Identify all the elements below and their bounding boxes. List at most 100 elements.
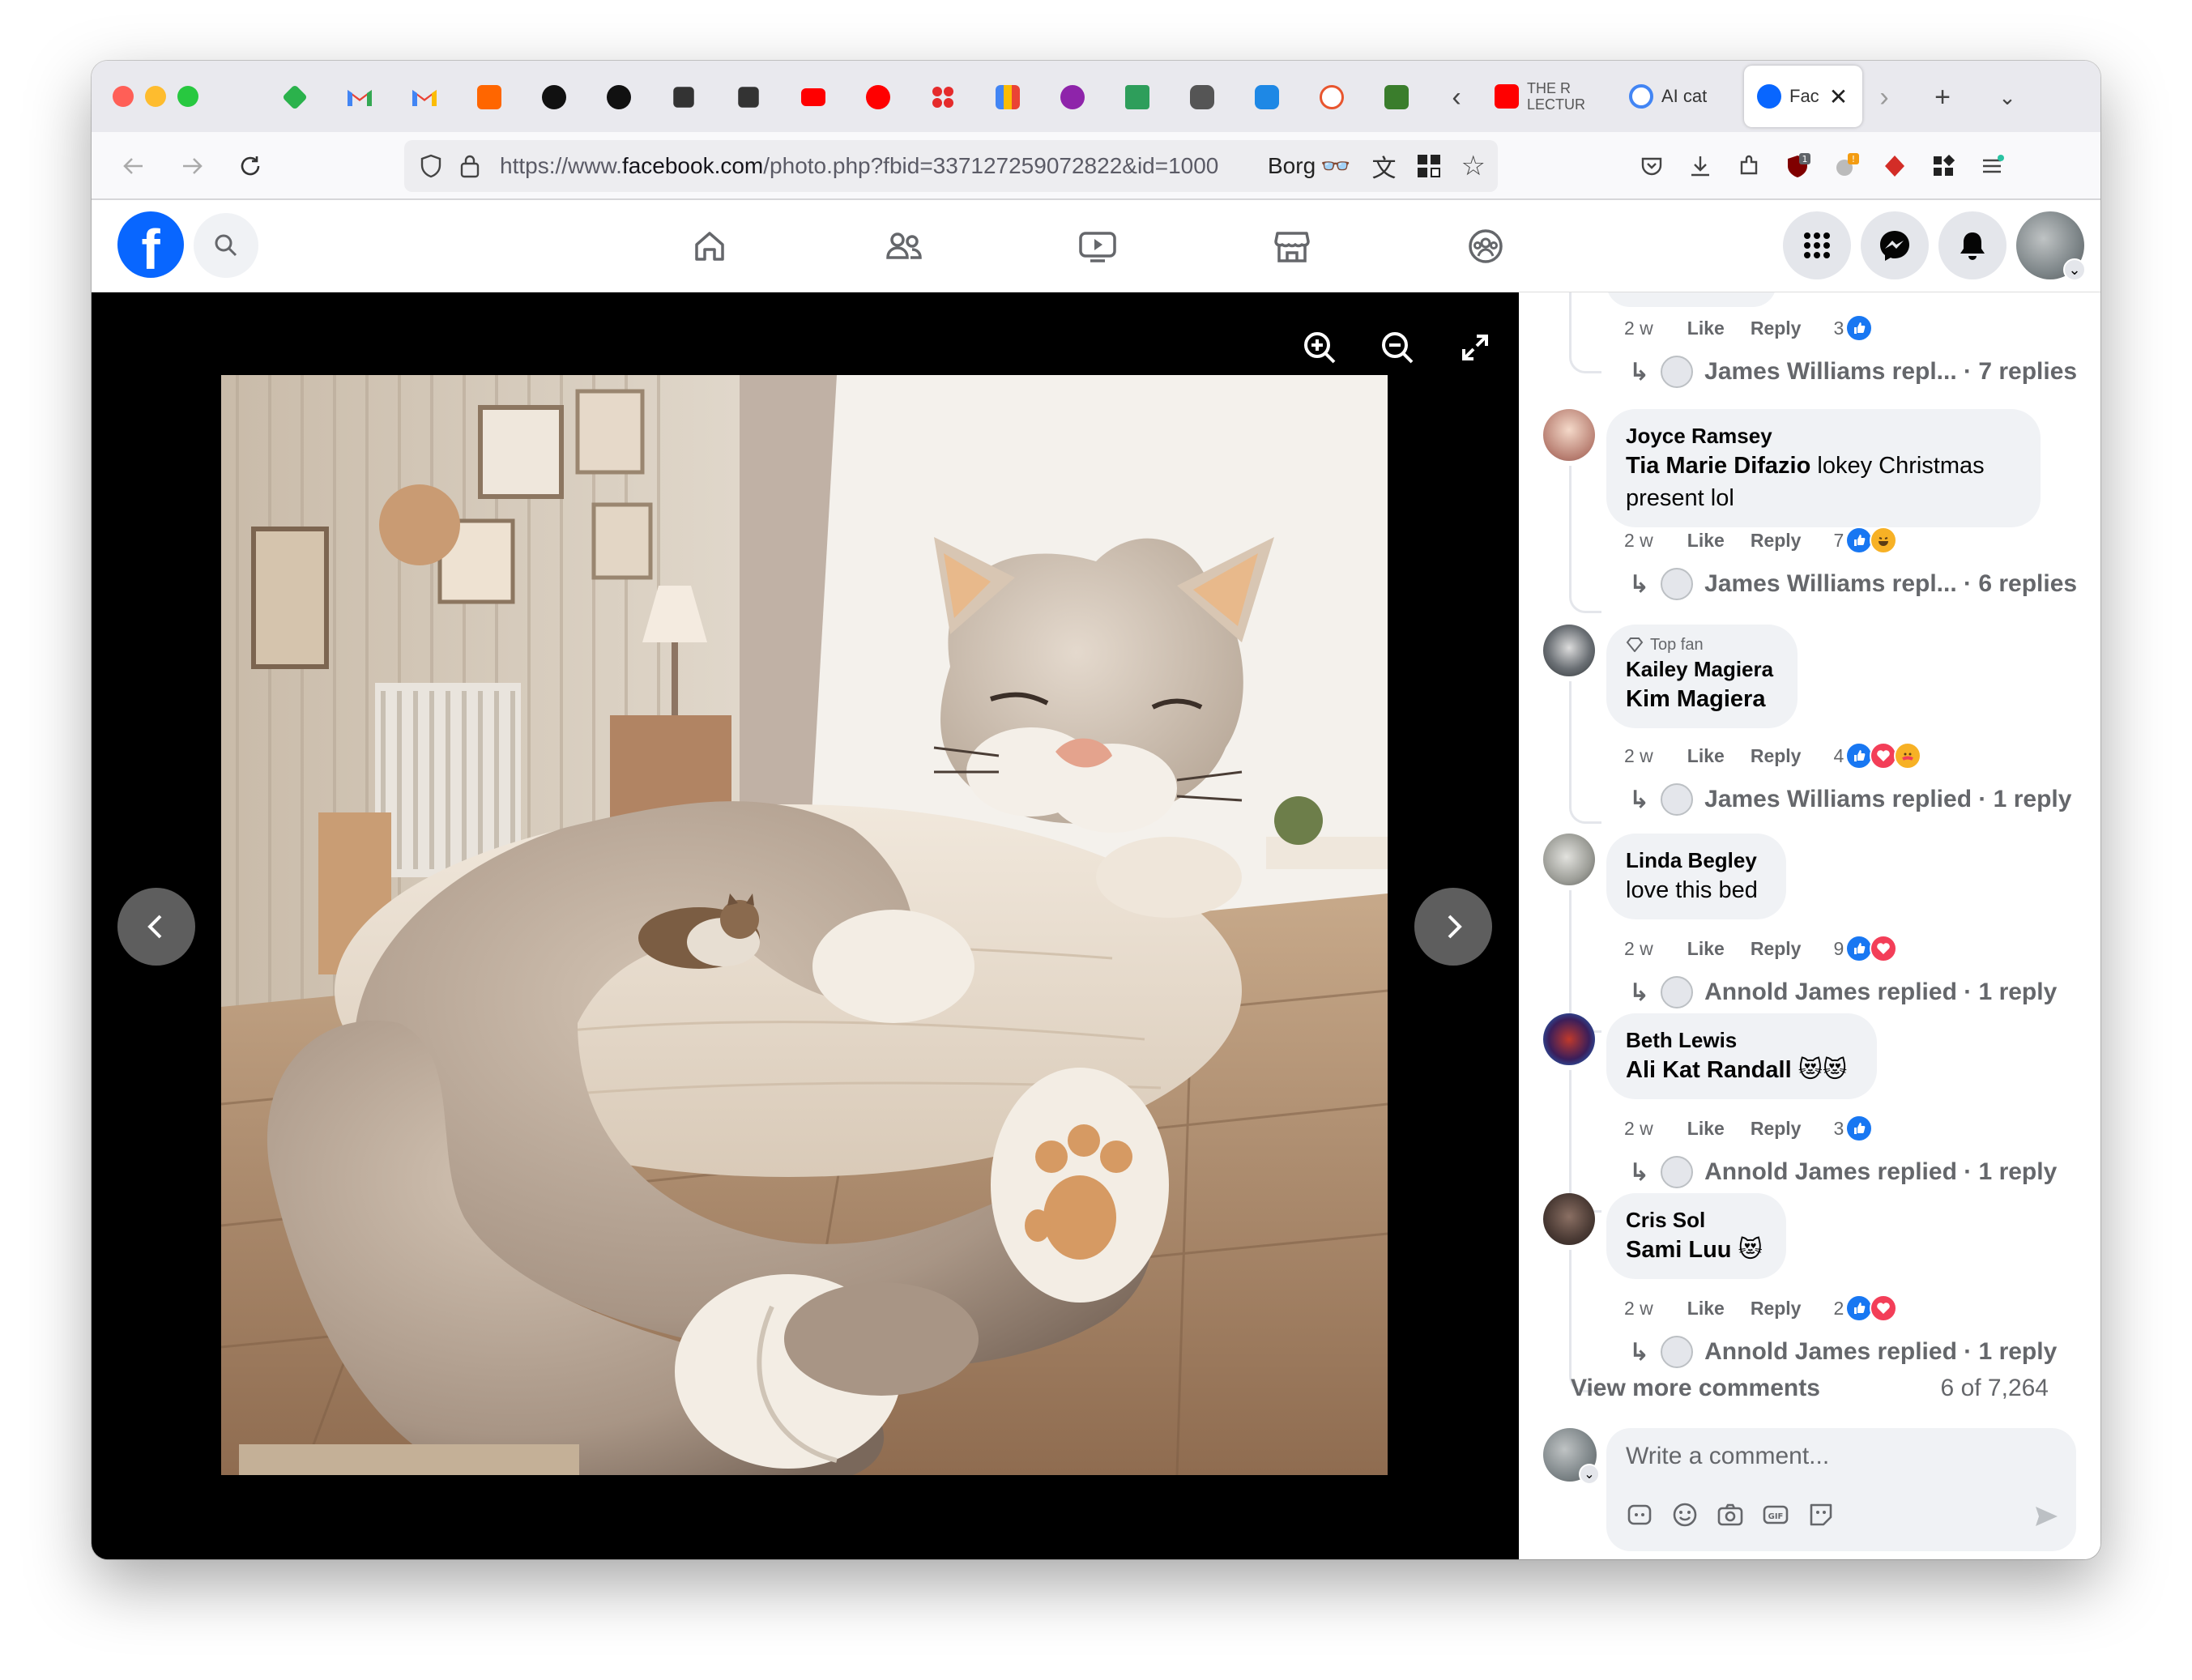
facebook-logo[interactable]: f [117, 211, 184, 278]
nav-friends-button[interactable] [876, 218, 932, 275]
reaction-count[interactable]: 3 [1833, 1115, 1874, 1142]
pinned-tab-dots-icon[interactable] [924, 79, 962, 116]
pinned-tab-youtube-music-icon[interactable] [859, 79, 897, 116]
borg-extension-label[interactable]: Borg [1268, 153, 1316, 179]
reply-button[interactable]: Reply [1751, 938, 1802, 960]
pinned-tab-gmail-icon[interactable] [406, 79, 443, 116]
camera-icon[interactable] [1716, 1501, 1744, 1529]
back-button[interactable] [114, 147, 153, 185]
commenter-avatar[interactable] [1543, 834, 1595, 885]
url-text[interactable]: https://www. facebook.com/photo.php?fbid=… [500, 153, 1255, 179]
reply-button[interactable]: Reply [1751, 1118, 1802, 1140]
comment-author[interactable]: Beth Lewis [1626, 1026, 1857, 1054]
pinned-tab-openai-icon[interactable] [600, 79, 638, 116]
view-more-comments-link[interactable]: View more comments [1571, 1375, 1820, 1402]
messenger-button[interactable] [1861, 211, 1929, 279]
comment-time[interactable]: 2 w [1624, 1118, 1653, 1140]
reaction-count[interactable]: 7 [1833, 527, 1898, 554]
comment-input[interactable]: Write a comment... [1626, 1443, 1829, 1470]
reply-button[interactable]: Reply [1751, 1298, 1802, 1320]
comment-time[interactable]: 2 w [1624, 745, 1653, 767]
comment-time[interactable]: 2 w [1624, 318, 1653, 339]
forward-button[interactable] [173, 147, 211, 185]
menu-grid-button[interactable] [1783, 211, 1851, 279]
pinned-tab-cube-icon[interactable] [665, 79, 702, 116]
tab-youtube[interactable]: THE R LECTUR [1482, 66, 1611, 127]
glasses-icon[interactable]: 👓 [1320, 152, 1350, 181]
alert-extension-icon[interactable]: ! [1827, 147, 1866, 185]
avatar-sticker-icon[interactable] [1626, 1501, 1653, 1529]
lastpass-extension-icon[interactable] [1875, 147, 1914, 185]
search-button[interactable] [194, 213, 258, 278]
pinned-tab-github-icon[interactable] [535, 79, 573, 116]
my-avatar[interactable]: ⌄ [1543, 1428, 1600, 1485]
close-tab-icon[interactable]: ✕ [1829, 83, 1848, 110]
apps-extension-icon[interactable] [1924, 147, 1963, 185]
sticker-icon[interactable] [1807, 1501, 1835, 1529]
pinned-tab-gear-icon[interactable] [1054, 79, 1091, 116]
nav-home-button[interactable] [681, 218, 738, 275]
view-replies-link[interactable]: ↳ James Williams replied · 1 reply [1629, 783, 2071, 816]
pinned-tab-youtube-icon[interactable] [795, 79, 832, 116]
pinned-tab-gmail-icon[interactable] [341, 79, 378, 116]
shield-icon[interactable] [419, 153, 443, 179]
pinned-tab-clock-icon[interactable] [1313, 79, 1350, 116]
comment-author[interactable]: Kailey Magiera [1626, 655, 1778, 683]
close-window-button[interactable] [113, 86, 134, 107]
commenter-avatar[interactable] [1543, 1013, 1595, 1065]
pinned-tab-camel-icon[interactable] [1183, 79, 1221, 116]
ublock-extension-icon[interactable]: 1 [1778, 147, 1817, 185]
pinned-tab-bag-icon[interactable] [989, 79, 1026, 116]
previous-photo-button[interactable] [117, 888, 195, 966]
lock-icon[interactable] [459, 153, 480, 179]
downloads-icon[interactable] [1681, 147, 1720, 185]
comment-composer[interactable]: Write a comment... GIF [1606, 1428, 2076, 1551]
like-button[interactable]: Like [1687, 318, 1725, 339]
view-replies-link[interactable]: ↳ James Williams repl... · 6 replies [1629, 568, 2077, 600]
pinned-tab-feedly-icon[interactable] [276, 79, 313, 116]
nav-groups-button[interactable] [1457, 218, 1514, 275]
zoom-window-button[interactable] [177, 86, 198, 107]
reaction-count[interactable]: 2 [1833, 1294, 1898, 1322]
reply-button[interactable]: Reply [1751, 530, 1802, 552]
comment-time[interactable]: 2 w [1624, 530, 1653, 552]
like-button[interactable]: Like [1687, 1298, 1725, 1320]
profile-avatar-button[interactable]: ⌄ [2016, 211, 2086, 281]
bookmark-star-icon[interactable]: ☆ [1461, 150, 1486, 182]
like-button[interactable]: Like [1687, 530, 1725, 552]
pinned-tab-c-icon[interactable] [1248, 79, 1286, 116]
like-button[interactable]: Like [1687, 745, 1725, 767]
tagged-user[interactable]: Kim Magiera [1626, 686, 1765, 712]
reply-button[interactable]: Reply [1751, 745, 1802, 767]
reaction-count[interactable]: 4 [1833, 742, 1922, 770]
reaction-count[interactable]: 9 [1833, 935, 1898, 962]
send-icon[interactable] [2032, 1503, 2060, 1530]
emoji-icon[interactable] [1671, 1501, 1699, 1529]
commenter-avatar[interactable] [1543, 409, 1595, 461]
view-replies-link[interactable]: ↳ Annold James replied · 1 reply [1629, 976, 2057, 1008]
comment-author[interactable]: Cris Sol [1626, 1206, 1767, 1234]
like-button[interactable]: Like [1687, 1118, 1725, 1140]
tagged-user[interactable]: Ali Kat Randall [1626, 1057, 1792, 1083]
pinned-tab-shield-icon[interactable] [1378, 79, 1415, 116]
view-replies-link[interactable]: ↳ Annold James replied · 1 reply [1629, 1336, 2057, 1368]
zoom-out-button[interactable] [1375, 325, 1420, 370]
extensions-icon[interactable] [1729, 147, 1768, 185]
minimize-window-button[interactable] [145, 86, 166, 107]
gif-icon[interactable]: GIF [1762, 1501, 1789, 1529]
reload-button[interactable] [231, 147, 270, 185]
comment-time[interactable]: 2 w [1624, 1298, 1653, 1320]
notifications-button[interactable] [1938, 211, 2006, 279]
reply-button[interactable]: Reply [1751, 318, 1802, 339]
pinned-tab-p-icon[interactable] [1119, 79, 1156, 116]
zoom-in-button[interactable] [1297, 325, 1342, 370]
tagged-user[interactable]: Sami Luu [1626, 1237, 1732, 1263]
comment-author[interactable]: Linda Begley [1626, 846, 1767, 874]
nav-watch-button[interactable] [1069, 218, 1126, 275]
tagged-user[interactable]: Tia Marie Difazio [1626, 453, 1810, 479]
tab-list-button[interactable]: ⌄ [1989, 79, 2026, 116]
comment-time[interactable]: 2 w [1624, 938, 1653, 960]
commenter-avatar[interactable] [1543, 1193, 1595, 1245]
top-fan-badge[interactable]: Top fan [1626, 634, 1778, 655]
commenter-avatar[interactable] [1543, 625, 1595, 676]
